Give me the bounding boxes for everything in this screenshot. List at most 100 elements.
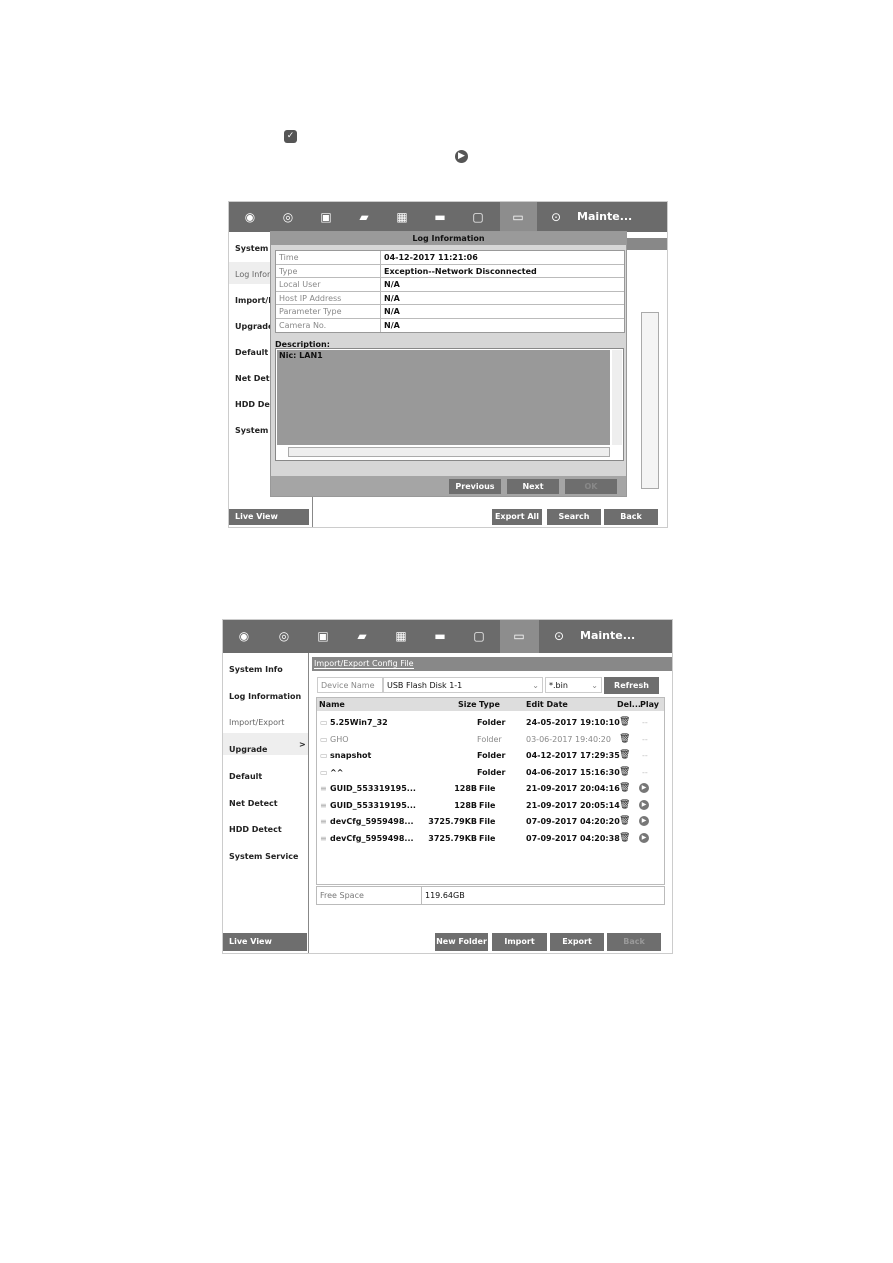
event-icon[interactable]: ▦ (394, 629, 408, 643)
play-icon[interactable]: ▶ (639, 816, 649, 826)
header-size[interactable]: Size (458, 700, 477, 709)
file-filter-select[interactable]: *.bin ⌄ (545, 677, 602, 693)
check-icon: ✓ (284, 130, 297, 143)
header-edit-date[interactable]: Edit Date (526, 700, 568, 709)
free-space-row: Free Space 119.64GB (316, 886, 665, 905)
sidebar-item[interactable]: System Info (229, 665, 283, 674)
file-icon: ≡ (320, 800, 327, 810)
system-icon[interactable]: ▭ (511, 210, 525, 224)
log-info-row: Host IP Address N/A (276, 291, 624, 305)
file-name: snapshot (330, 751, 372, 760)
back-button[interactable]: Back (607, 933, 661, 951)
log-field-label: Type (279, 266, 298, 276)
record-icon[interactable]: ▰ (355, 629, 369, 643)
header-delete[interactable]: Del... (617, 700, 641, 709)
file-row[interactable]: ≡ devCfg_5959498... 3725.79KB File 07-09… (317, 830, 664, 846)
log-field-label: Time (279, 253, 299, 262)
file-row[interactable]: ▭ GHO Folder 03-06-2017 19:40:20 🗑 -- (317, 731, 664, 747)
sidebar-item[interactable]: Default (235, 348, 268, 357)
system-icon[interactable]: ▭ (512, 629, 526, 643)
file-row[interactable]: ▭ snapshot Folder 04-12-2017 17:29:35 🗑 … (317, 747, 664, 763)
export-button[interactable]: Export (550, 933, 604, 951)
log-field-label: Host IP Address (279, 293, 342, 303)
delete-icon[interactable]: 🗑 (619, 717, 630, 727)
header-type[interactable]: Type (479, 700, 500, 709)
playback-icon[interactable]: ◎ (277, 629, 291, 643)
chevron-down-icon: ⌄ (591, 681, 598, 690)
sidebar-item[interactable]: Upgrade (229, 745, 267, 754)
delete-icon[interactable]: 🗑 (619, 767, 630, 777)
delete-icon[interactable]: 🗑 (619, 833, 630, 843)
sidebar-item[interactable]: HDD Detect (229, 825, 282, 834)
delete-icon[interactable]: 🗑 (619, 750, 630, 760)
file-row[interactable]: ▭ ^^ Folder 04-06-2017 15:16:30 🗑 -- (317, 764, 664, 780)
delete-icon[interactable]: 🗑 (619, 816, 630, 826)
sidebar-item[interactable]: System Service (229, 852, 298, 861)
previous-button[interactable]: Previous (449, 479, 501, 494)
device-name-select[interactable]: USB Flash Disk 1-1 ⌄ (383, 677, 543, 693)
log-field-value: N/A (384, 293, 400, 303)
file-type: File (479, 784, 496, 793)
maintenance-icon[interactable]: ⊙ (549, 210, 563, 224)
live-view-icon[interactable]: ◉ (237, 629, 251, 643)
header-play[interactable]: Play (640, 700, 659, 709)
delete-icon[interactable]: 🗑 (619, 734, 630, 744)
search-button[interactable]: Search (547, 509, 601, 525)
export-all-button[interactable]: Export All (492, 509, 542, 525)
file-edit-date: 21-09-2017 20:04:16 (526, 784, 620, 793)
tab-bar: Import/Export Config File (312, 657, 672, 671)
menu-title: Mainte... (580, 629, 636, 642)
file-table: Name Size Type Edit Date Del... Play ▭ 5… (316, 697, 665, 885)
sidebar-item[interactable]: Import/Export (229, 718, 284, 727)
sidebar-item[interactable]: Net Detect (229, 799, 278, 808)
file-type: Folder (477, 734, 502, 744)
description-box[interactable]: Nic: LAN1 (275, 348, 624, 461)
next-button[interactable]: Next (507, 479, 559, 494)
file-row[interactable]: ≡ GUID_553319195... 128B File 21-09-2017… (317, 780, 664, 796)
horizontal-scrollbar[interactable] (288, 447, 610, 457)
delete-icon[interactable]: 🗑 (619, 783, 630, 793)
new-folder-button[interactable]: New Folder (435, 933, 488, 951)
manual-page: ✓ ▶ ◉ ◎ ▣ ▰ ▦ ▬ ▢ ▭ ⊙ Mainte... System I… (0, 0, 893, 1263)
header-name[interactable]: Name (319, 700, 345, 709)
tab-import-export-config[interactable]: Import/Export Config File (314, 659, 414, 669)
file-name: devCfg_5959498... (330, 817, 414, 826)
file-row[interactable]: ≡ GUID_553319195... 128B File 21-09-2017… (317, 797, 664, 813)
play-icon[interactable]: ▶ (639, 832, 649, 843)
play-icon[interactable]: ▶ (639, 799, 649, 810)
network-icon[interactable]: ▬ (433, 629, 447, 643)
file-row[interactable]: ▭ 5.25Win7_32 Folder 24-05-2017 19:10:10… (317, 714, 664, 730)
live-view-button[interactable]: Live View (223, 933, 307, 951)
record-icon[interactable]: ▰ (357, 210, 371, 224)
delete-icon[interactable]: 🗑 (619, 800, 630, 810)
playback-icon[interactable]: ◎ (281, 210, 295, 224)
back-button[interactable]: Back (604, 509, 658, 525)
bg-scrollbar[interactable] (641, 312, 659, 489)
file-row[interactable]: ≡ devCfg_5959498... 3725.79KB File 07-09… (317, 813, 664, 829)
storage-icon[interactable]: ▢ (471, 210, 485, 224)
sidebar-item[interactable]: Log Information (229, 692, 301, 701)
ok-button[interactable]: OK (565, 479, 617, 494)
network-icon[interactable]: ▬ (433, 210, 447, 224)
file-type: Folder (477, 718, 506, 727)
device-name-value: USB Flash Disk 1-1 (387, 681, 463, 690)
sidebar-item[interactable]: Default (229, 772, 262, 781)
file-size: 128B (454, 784, 477, 793)
file-edit-date: 04-12-2017 17:29:35 (526, 751, 620, 760)
camera-icon[interactable]: ▣ (316, 629, 330, 643)
log-info-screenshot: ◉ ◎ ▣ ▰ ▦ ▬ ▢ ▭ ⊙ Mainte... System In Lo… (228, 201, 668, 528)
sidebar-item[interactable]: Upgrade (235, 322, 273, 331)
file-size: 3725.79KB (428, 817, 477, 826)
maintenance-icon[interactable]: ⊙ (552, 629, 566, 643)
play-icon[interactable]: ▶ (639, 783, 649, 793)
live-view-button[interactable]: Live View (229, 509, 309, 525)
live-view-icon[interactable]: ◉ (243, 210, 257, 224)
camera-icon[interactable]: ▣ (319, 210, 333, 224)
vertical-scrollbar[interactable] (612, 350, 622, 445)
event-icon[interactable]: ▦ (395, 210, 409, 224)
file-type: Folder (477, 767, 506, 777)
file-icon: ≡ (320, 817, 327, 826)
refresh-button[interactable]: Refresh (604, 677, 659, 694)
import-button[interactable]: Import (492, 933, 547, 951)
storage-icon[interactable]: ▢ (472, 629, 486, 643)
